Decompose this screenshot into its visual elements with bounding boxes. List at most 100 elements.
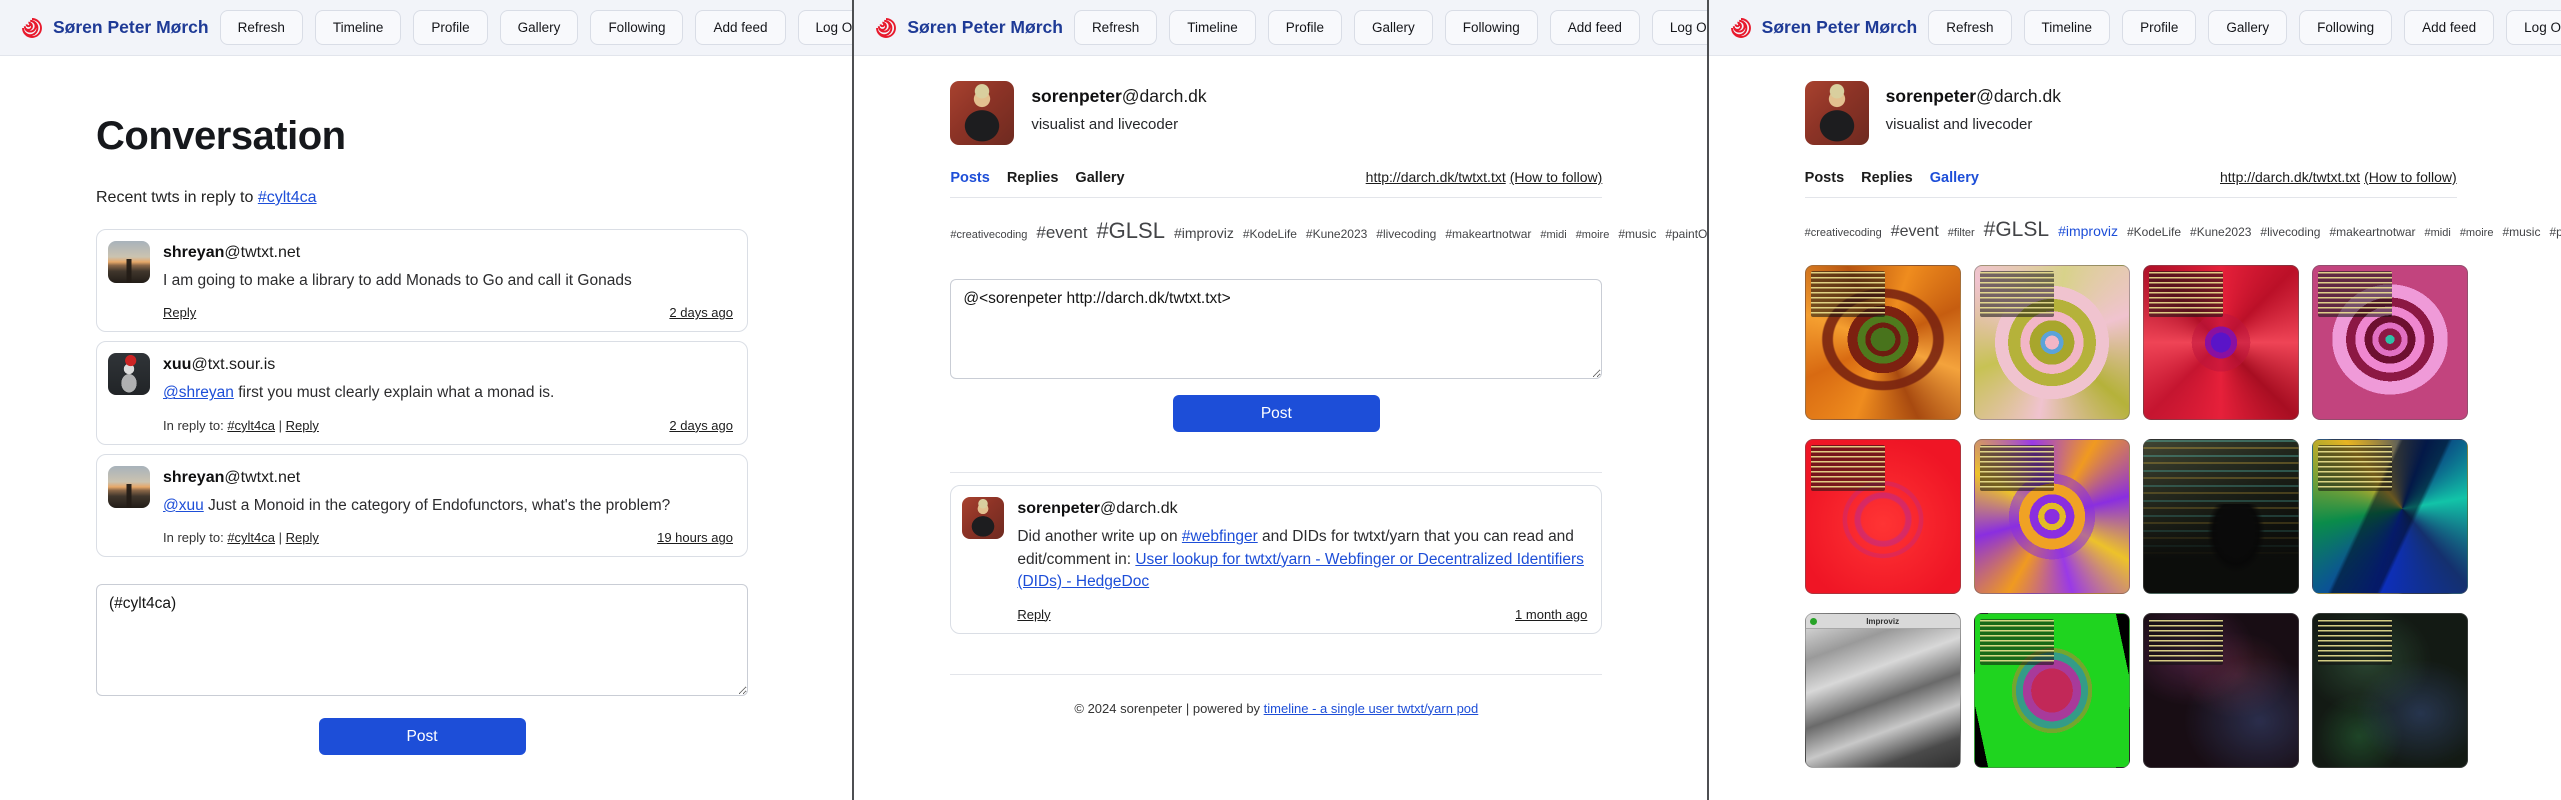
gallery-thumbnail[interactable] [2143,439,2299,594]
profile-tab[interactable]: Posts [1805,170,1845,186]
hashtag-link[interactable]: #livecoding [1376,227,1436,241]
powered-by-link[interactable]: timeline - a single user twtxt/yarn pod [1264,701,1479,716]
hashtag-link[interactable]: #midi [2425,227,2451,239]
hashtag-link[interactable]: #event [1036,223,1087,242]
nav-button[interactable]: Refresh [1928,10,2011,45]
hashtag-link[interactable]: #Kune2023 [1306,227,1367,241]
gallery-thumbnail[interactable] [2312,613,2468,768]
hashtag-link[interactable]: #moire [2460,227,2494,239]
twt-username[interactable]: shreyan [163,244,224,261]
hashtag-link[interactable]: #GLSL [1096,218,1165,243]
twt-username[interactable]: xuu [163,356,191,373]
hashtag-link[interactable]: #improviz [1174,225,1234,241]
gallery-thumbnail[interactable] [1974,265,2130,420]
nav-button[interactable]: Following [590,10,683,45]
hashtag-link[interactable]: #Kune2023 [2190,225,2251,239]
timestamp-link[interactable]: 1 month ago [1515,607,1587,622]
gallery-thumbnail[interactable]: Improviz [1805,613,1961,768]
timestamp-link[interactable]: 19 hours ago [657,530,733,545]
hashtag-link[interactable]: #filter [1948,227,1975,239]
gallery-thumbnail[interactable] [1974,439,2130,594]
twt-username[interactable]: shreyan [163,469,224,486]
hashtag-link[interactable]: #improviz [2058,223,2118,239]
gallery-thumbnail[interactable] [1805,265,1961,420]
hashtag-link[interactable]: #event [1891,223,1939,240]
in-reply-hash-link[interactable]: #cylt4ca [227,418,275,433]
mention-link[interactable]: @shreyan [163,384,234,401]
twtxt-url-link[interactable]: http://darch.dk/twtxt.txt [1366,169,1506,185]
hashtag-link[interactable]: #music [1618,227,1656,241]
profile-tab[interactable]: Posts [950,170,990,186]
twtxt-url-link[interactable]: http://darch.dk/twtxt.txt [2220,169,2360,185]
profile-avatar[interactable] [950,81,1014,145]
nav-button[interactable]: Gallery [2208,10,2287,45]
nav-button[interactable]: Refresh [220,10,303,45]
hashtag-link[interactable]: #creativecoding [1805,227,1882,239]
gallery-thumbnail[interactable] [2312,439,2468,594]
post-button[interactable]: Post [1173,395,1380,432]
hashtag-link[interactable]: #makeartnotwar [1445,227,1531,241]
gallery-thumbnail[interactable] [1805,439,1961,594]
reply-link[interactable]: Reply [1017,607,1050,622]
hashtag-link[interactable]: #KodeLife [2127,225,2181,239]
hashtag-link[interactable]: #KodeLife [1243,227,1297,241]
profile-tab[interactable]: Replies [1861,170,1913,186]
nav-button[interactable]: Add feed [2404,10,2494,45]
profile-tab[interactable]: Gallery [1075,170,1124,186]
avatar[interactable] [962,497,1004,539]
nav-button[interactable]: Refresh [1074,10,1157,45]
timestamp-link[interactable]: 2 days ago [669,305,733,320]
reply-link[interactable]: Reply [286,418,319,433]
nav-button[interactable]: Log Out [1652,10,1707,45]
gallery-thumbnail[interactable] [2312,265,2468,420]
site-home-link[interactable]: Søren Peter Mørch [1729,16,1918,40]
nav-button[interactable]: Gallery [1354,10,1433,45]
avatar[interactable] [108,241,150,283]
hashtag-link[interactable]: #paintOver [2549,225,2561,239]
how-to-follow-link[interactable]: (How to follow) [1510,169,1603,185]
hashtag-link[interactable]: #paintOver [1665,227,1706,241]
nav-button[interactable]: Profile [2122,10,2196,45]
post-button[interactable]: Post [319,718,526,755]
nav-button[interactable]: Timeline [1169,10,1256,45]
gallery-thumbnail[interactable] [1974,613,2130,768]
reply-link[interactable]: Reply [286,530,319,545]
mention-link[interactable]: @xuu [163,497,204,514]
hashtag-link[interactable]: #music [2502,225,2540,239]
nav-button[interactable]: Following [2299,10,2392,45]
reply-link[interactable]: Reply [163,305,196,320]
post-composer[interactable]: @<sorenpeter http://darch.dk/twtxt.txt> [950,279,1602,379]
nav-button[interactable]: Timeline [2024,10,2111,45]
nav-button[interactable]: Gallery [500,10,579,45]
conversation-hash-link[interactable]: #cylt4ca [258,189,317,206]
profile-avatar[interactable] [1805,81,1869,145]
avatar[interactable] [108,466,150,508]
hashtag-link[interactable]: #GLSL [1984,218,2049,241]
profile-tab[interactable]: Replies [1007,170,1059,186]
gallery-thumbnail[interactable] [2143,265,2299,420]
nav-button[interactable]: Profile [413,10,487,45]
avatar[interactable] [108,353,150,395]
twt-username[interactable]: sorenpeter [1017,500,1100,517]
how-to-follow-link[interactable]: (How to follow) [2364,169,2457,185]
hashtag-link[interactable]: #makeartnotwar [2329,225,2415,239]
hashtag-link[interactable]: #creativecoding [950,229,1027,241]
site-home-link[interactable]: Søren Peter Mørch [20,16,209,40]
reply-composer[interactable]: (#cylt4ca) [96,584,748,696]
nav-button[interactable]: Add feed [695,10,785,45]
nav-button[interactable]: Profile [1268,10,1342,45]
site-home-link[interactable]: Søren Peter Mørch [874,16,1063,40]
hashtag-link[interactable]: #moire [1576,229,1610,241]
hashtag-inline-link[interactable]: #webfinger [1182,528,1258,545]
nav-button[interactable]: Log Out [798,10,853,45]
gallery-thumbnail[interactable] [2143,613,2299,768]
timestamp-link[interactable]: 2 days ago [669,418,733,433]
nav-button[interactable]: Timeline [315,10,402,45]
hashtag-link[interactable]: #livecoding [2260,225,2320,239]
hashtag-link[interactable]: #midi [1540,229,1566,241]
profile-tab[interactable]: Gallery [1930,170,1979,186]
in-reply-hash-link[interactable]: #cylt4ca [227,530,275,545]
nav-button[interactable]: Log Out [2506,10,2561,45]
nav-button[interactable]: Add feed [1550,10,1640,45]
nav-button[interactable]: Following [1445,10,1538,45]
